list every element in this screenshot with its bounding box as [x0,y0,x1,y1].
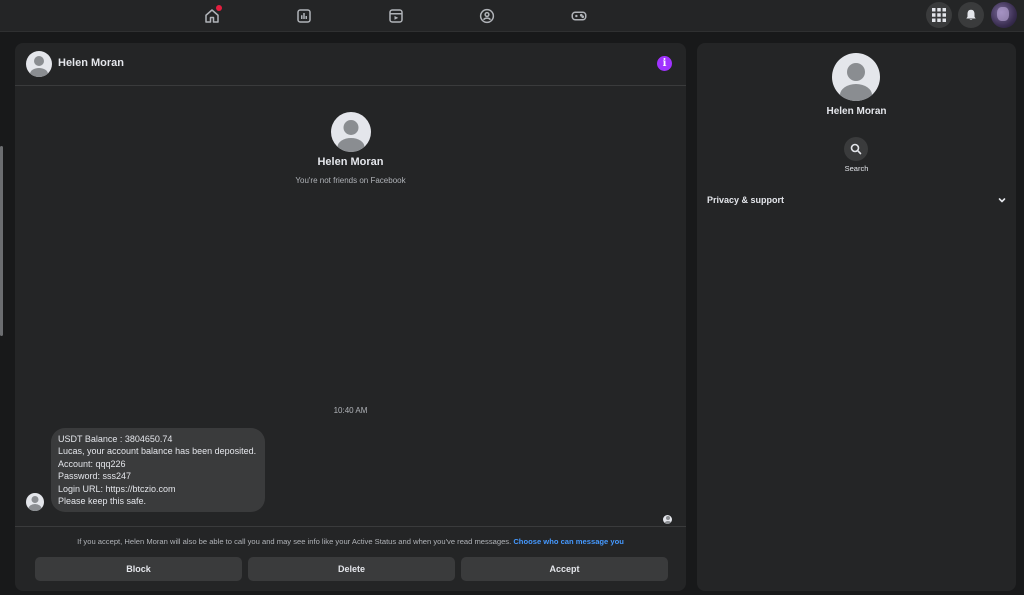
message-request-footer: If you accept, Helen Moran will also be … [15,526,686,591]
message-timestamp: 10:40 AM [333,406,368,415]
menu-grid-icon[interactable] [926,2,952,28]
accept-button[interactable]: Accept [461,557,668,581]
profile-avatar[interactable] [991,2,1017,28]
message-line: Login URL: https://btczio.com [58,483,176,494]
notifications-icon[interactable] [958,2,984,28]
message-line: Please keep this safe. [58,496,147,507]
chevron-down-icon [998,198,1006,203]
contact-avatar[interactable] [26,51,52,77]
privacy-support-label: Privacy & support [707,195,785,205]
intro-subtitle: You're not friends on Facebook [295,176,406,185]
feeds-icon[interactable] [292,4,316,28]
delete-button[interactable]: Delete [248,557,455,581]
message-bubble[interactable]: USDT Balance : 3804650.74 Lucas, your ac… [51,428,265,512]
choose-who-can-message-link[interactable]: Choose who can message you [513,537,624,546]
intro-avatar [331,112,371,152]
intro-name: Helen Moran [317,156,384,168]
privacy-support-row[interactable]: Privacy & support [707,193,1007,209]
gaming-icon[interactable] [567,4,591,28]
search-label: Search [844,164,869,173]
top-nav-bar [0,0,1024,32]
contact-name[interactable]: Helen Moran [58,57,124,69]
block-button[interactable]: Block [35,557,242,581]
chat-header: Helen Moran i [15,43,686,86]
consent-notice: If you accept, Helen Moran will also be … [15,537,686,546]
message-line: Account: qqq226 [58,458,126,469]
message-line: Password: sss247 [58,471,132,482]
info-avatar[interactable] [832,53,880,101]
scrollbar[interactable] [0,146,3,336]
message-line: Lucas, your account balance has been dep… [58,446,257,457]
home-icon[interactable] [200,4,224,28]
chat-panel: Helen Moran i Helen Moran You're not fri… [15,43,686,591]
conversation-info-panel: Helen Moran Search Privacy & support [697,43,1016,591]
info-icon[interactable]: i [657,56,672,71]
groups-icon[interactable] [475,4,499,28]
seen-receipt-avatar [663,515,672,524]
info-contact-name: Helen Moran [826,106,887,117]
search-icon [850,143,862,155]
consent-text: If you accept, Helen Moran will also be … [77,537,512,546]
message-line: USDT Balance : 3804650.74 [58,434,173,444]
video-icon[interactable] [384,4,408,28]
sender-avatar[interactable] [26,493,44,511]
notification-dot [216,5,222,11]
search-button[interactable] [844,137,868,161]
